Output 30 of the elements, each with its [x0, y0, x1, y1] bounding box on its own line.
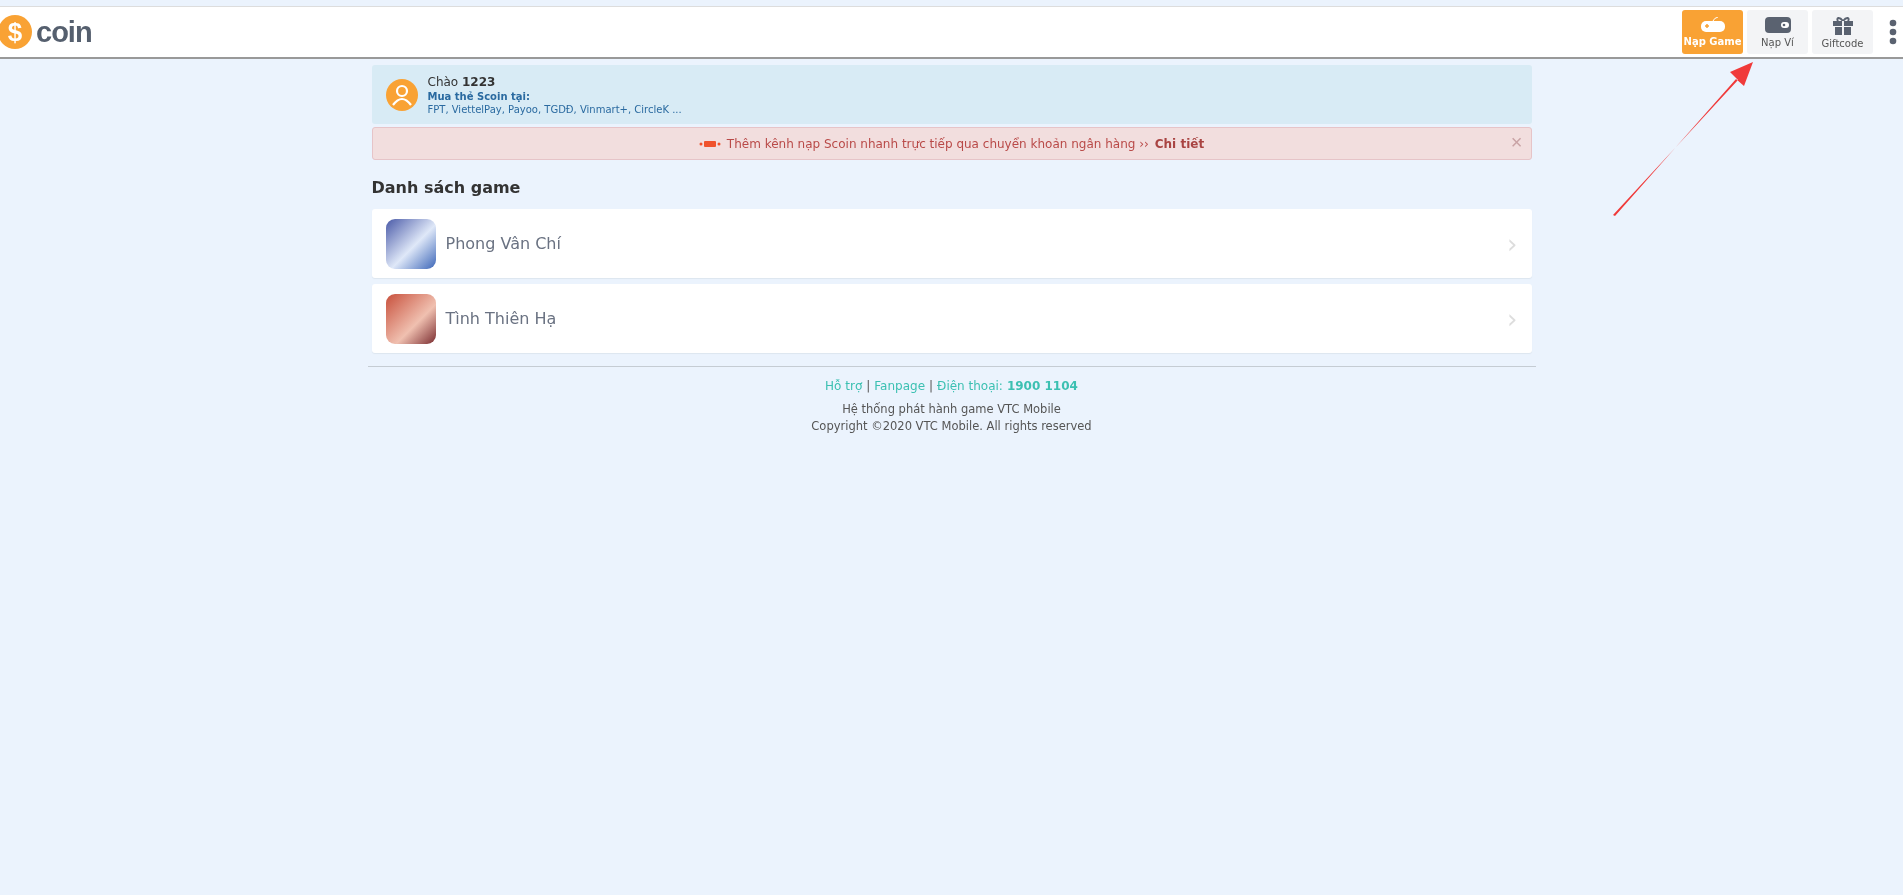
nav-button[interactable]: Nạp Ví [1747, 10, 1808, 54]
game-thumbnail-placeholder [385, 218, 436, 269]
user-avatar-icon [385, 78, 418, 111]
game-name: Phong Vân Chí [445, 234, 562, 253]
logo-text[interactable]: coin [36, 15, 92, 49]
buy-card-title: Mua thẻ Scoin tại: [427, 90, 531, 102]
separator-text: | [866, 379, 871, 393]
phone-number: 1900 1104 [1006, 379, 1078, 393]
separator-text: | [929, 379, 934, 393]
game-name: Tình Thiên Hạ [445, 309, 558, 328]
gamepad-icon [1699, 17, 1726, 33]
nav-button[interactable]: Giftcode [1812, 10, 1873, 54]
publisher-text: Hệ thống phát hành game VTC Mobile [842, 401, 1061, 418]
copyright-text: Copyright ©2020 VTC Mobile. All rights reserved [811, 418, 1092, 435]
greeting-text: Chào 1223 [427, 74, 497, 89]
bank-card-icon [698, 139, 721, 148]
alert-text: Thêm kênh nạp Scoin nhanh trực tiếp qua chuyển khoản ngân hàng ›› [726, 136, 1149, 151]
store-list-text: FPT, ViettelPay, Payoo, TGDĐ, Vinmart+, CircleK ... [427, 103, 682, 115]
game-card[interactable]: Phong Vân Chí › [371, 209, 1532, 278]
chevron-icon: › [1507, 228, 1518, 259]
more-menu-icon[interactable] [1889, 19, 1897, 45]
wallet-icon [1763, 16, 1792, 34]
gift-icon [1831, 15, 1854, 35]
phone-label: Điện thoại: [937, 379, 1003, 393]
details-link[interactable]: Chi tiết [1154, 136, 1205, 151]
dollar-coin-icon: $ [0, 15, 34, 49]
game-thumbnail-placeholder [385, 293, 436, 344]
section-title: Danh sách game [371, 178, 522, 197]
game-card[interactable]: Tình Thiên Hạ › [371, 284, 1532, 353]
chevron-icon: › [1507, 303, 1518, 334]
